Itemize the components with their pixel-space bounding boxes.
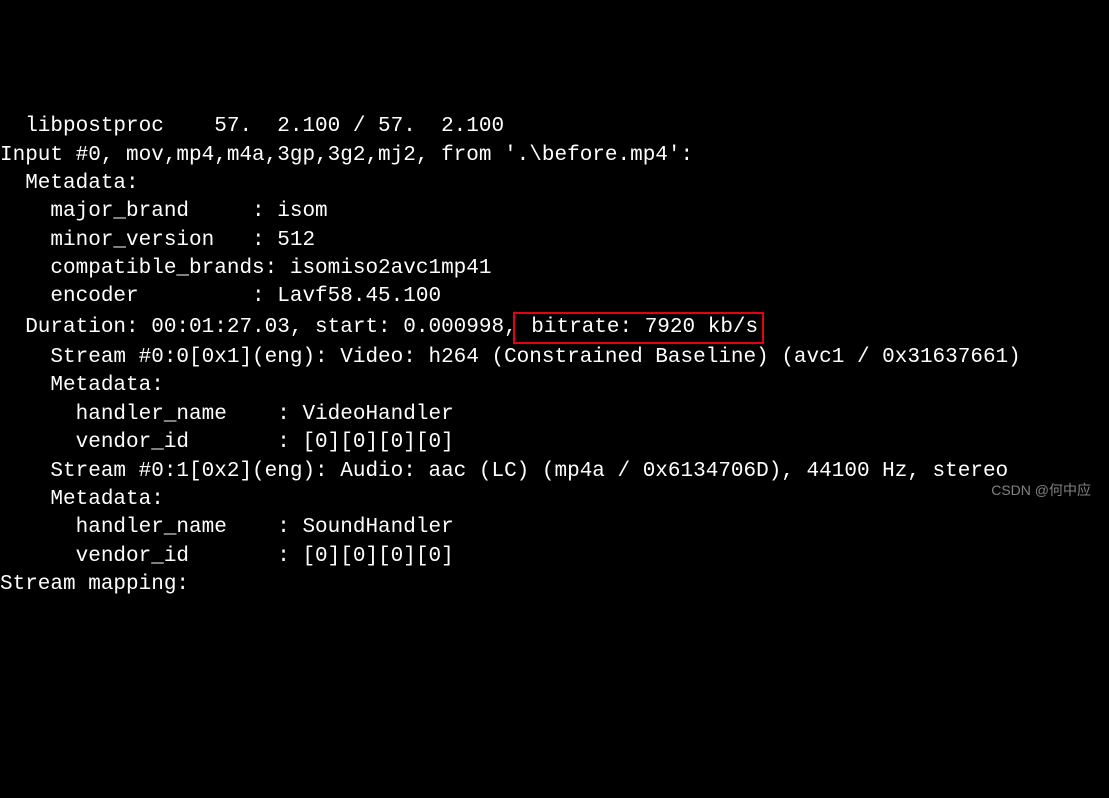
metadata-major-brand: major_brand : isom [0, 200, 328, 223]
bitrate-highlight: bitrate: 7920 kb/s [513, 312, 764, 344]
watermark: CSDN @何中应 [991, 481, 1091, 500]
metadata-minor-version: minor_version : 512 [0, 229, 315, 252]
output-line: Input #0, mov,mp4,m4a,3gp,3g2,mj2, from … [0, 144, 693, 167]
duration-line-prefix: Duration: 00:01:27.03, start: 0.000998, [0, 316, 517, 339]
video-stream-line: Stream #0:0[0x1](eng): Video: h264 (Cons… [0, 346, 1021, 369]
metadata-compatible-brands: compatible_brands: isomiso2avc1mp41 [0, 257, 491, 280]
output-line: libpostproc 57. 2.100 / 57. 2.100 [0, 115, 504, 138]
audio-vendor-id: vendor_id : [0][0][0][0] [0, 545, 454, 568]
stream-mapping-line: Stream mapping: [0, 573, 189, 596]
output-line: Metadata: [0, 374, 164, 397]
video-vendor-id: vendor_id : [0][0][0][0] [0, 431, 454, 454]
terminal-output: libpostproc 57. 2.100 / 57. 2.100 Input … [0, 113, 1109, 599]
video-handler-name: handler_name : VideoHandler [0, 403, 454, 426]
output-line: Metadata: [0, 172, 139, 195]
metadata-encoder: encoder : Lavf58.45.100 [0, 285, 441, 308]
output-line: Metadata: [0, 488, 164, 511]
audio-handler-name: handler_name : SoundHandler [0, 516, 454, 539]
audio-stream-line: Stream #0:1[0x2](eng): Audio: aac (LC) (… [0, 460, 1008, 483]
